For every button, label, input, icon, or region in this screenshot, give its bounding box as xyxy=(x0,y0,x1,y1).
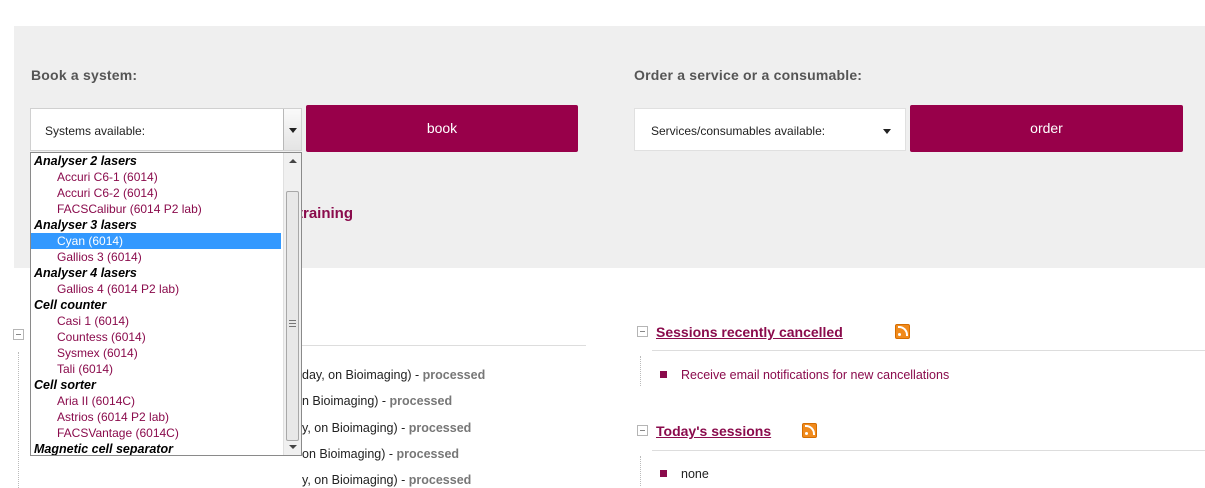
list-item: none xyxy=(660,467,709,481)
option-group-label: Cell counter xyxy=(34,298,107,312)
session-row: n Bioimaging) - processed xyxy=(302,394,452,408)
session-row: on Bioimaging) - processed xyxy=(302,447,459,461)
session-text: y, on Bioimaging) - xyxy=(302,421,409,435)
dropdown-option[interactable]: FACSVantage (6014C) xyxy=(31,425,283,441)
dropdown-option[interactable]: Accuri C6-2 (6014) xyxy=(31,185,283,201)
option-group-label: Analyser 2 lasers xyxy=(34,154,137,168)
session-status: processed xyxy=(396,447,460,461)
collapse-cancelled-toggle[interactable] xyxy=(637,326,648,337)
dropdown-option[interactable]: Aria II (6014C) xyxy=(31,393,283,409)
dropdown-options: Analyser 2 lasers Accuri C6-1 (6014) Accur… xyxy=(31,153,283,456)
dropdown-option[interactable]: Gallios 3 (6014) xyxy=(31,249,283,265)
training-link[interactable]: training xyxy=(298,205,353,222)
bullet-icon xyxy=(660,470,667,477)
list-item: Receive email notifications for new canc… xyxy=(660,368,949,382)
tree-connector xyxy=(18,352,19,488)
tree-connector xyxy=(640,456,641,486)
systems-select-value: Systems available: xyxy=(45,124,146,138)
session-status: processed xyxy=(422,368,486,382)
option-group-label: Cell sorter xyxy=(34,378,96,392)
dropdown-option[interactable]: FACSCalibur (6014 P2 lab) xyxy=(31,201,283,217)
systems-select[interactable]: Systems available: xyxy=(30,108,302,151)
scrollbar-thumb[interactable] xyxy=(286,191,299,441)
chevron-down-icon[interactable] xyxy=(283,109,301,150)
session-status: processed xyxy=(408,421,472,435)
tree-connector xyxy=(640,356,641,386)
collapse-today-toggle[interactable] xyxy=(637,425,648,436)
scrollbar[interactable] xyxy=(283,153,301,455)
session-text: y, on Bioimaging) - xyxy=(302,473,409,487)
todays-sessions-heading[interactable]: Today's sessions xyxy=(656,423,771,439)
services-select-value: Services/consumables available: xyxy=(651,124,826,138)
chevron-down-icon xyxy=(883,129,891,134)
session-status: processed xyxy=(408,473,472,487)
dropdown-option[interactable]: Cyan (6014) xyxy=(31,233,281,249)
sessions-cancelled-heading[interactable]: Sessions recently cancelled xyxy=(656,324,843,340)
divider xyxy=(652,450,1205,451)
option-group-label: Analyser 4 lasers xyxy=(34,266,137,280)
option-group-label: Analyser 3 lasers xyxy=(34,218,137,232)
session-status: processed xyxy=(389,394,453,408)
session-row: y, on Bioimaging) - processed xyxy=(302,473,471,487)
grip-icon xyxy=(289,320,296,321)
bullet-icon xyxy=(660,371,667,378)
session-text: on Bioimaging) - xyxy=(302,447,397,461)
session-text: n Bioimaging) - xyxy=(302,394,390,408)
scroll-down-icon[interactable] xyxy=(284,438,301,455)
option-group-label: Magnetic cell separator xyxy=(34,442,173,456)
order-button[interactable]: order xyxy=(910,105,1183,152)
session-row: day, on Bioimaging) - processed xyxy=(302,368,485,382)
rss-icon[interactable] xyxy=(895,324,910,339)
services-select[interactable]: Services/consumables available: xyxy=(634,108,906,151)
book-system-label: Book a system: xyxy=(31,67,138,83)
collapse-sessions-toggle[interactable] xyxy=(13,329,24,340)
dropdown-option[interactable]: Countess (6014) xyxy=(31,329,283,345)
dropdown-option[interactable]: Gallios 4 (6014 P2 lab) xyxy=(31,281,283,297)
session-text: day, on Bioimaging) - xyxy=(302,368,423,382)
dropdown-option[interactable]: Tali (6014) xyxy=(31,361,283,377)
dropdown-option[interactable]: Accuri C6-1 (6014) xyxy=(31,169,283,185)
todays-sessions-value: none xyxy=(681,467,709,481)
rss-icon[interactable] xyxy=(802,423,817,438)
order-service-label: Order a service or a consumable: xyxy=(634,67,863,83)
scroll-up-icon[interactable] xyxy=(284,153,301,170)
session-row: y, on Bioimaging) - processed xyxy=(302,421,471,435)
divider xyxy=(652,350,1205,351)
dropdown-option[interactable]: Sysmex (6014) xyxy=(31,345,283,361)
dropdown-option[interactable]: Casi 1 (6014) xyxy=(31,313,283,329)
dropdown-option[interactable]: Astrios (6014 P2 lab) xyxy=(31,409,283,425)
email-notifications-link[interactable]: Receive email notifications for new canc… xyxy=(681,368,949,382)
book-button[interactable]: book xyxy=(306,105,578,152)
systems-dropdown-list[interactable]: Analyser 2 lasers Accuri C6-1 (6014) Accur… xyxy=(30,152,302,456)
